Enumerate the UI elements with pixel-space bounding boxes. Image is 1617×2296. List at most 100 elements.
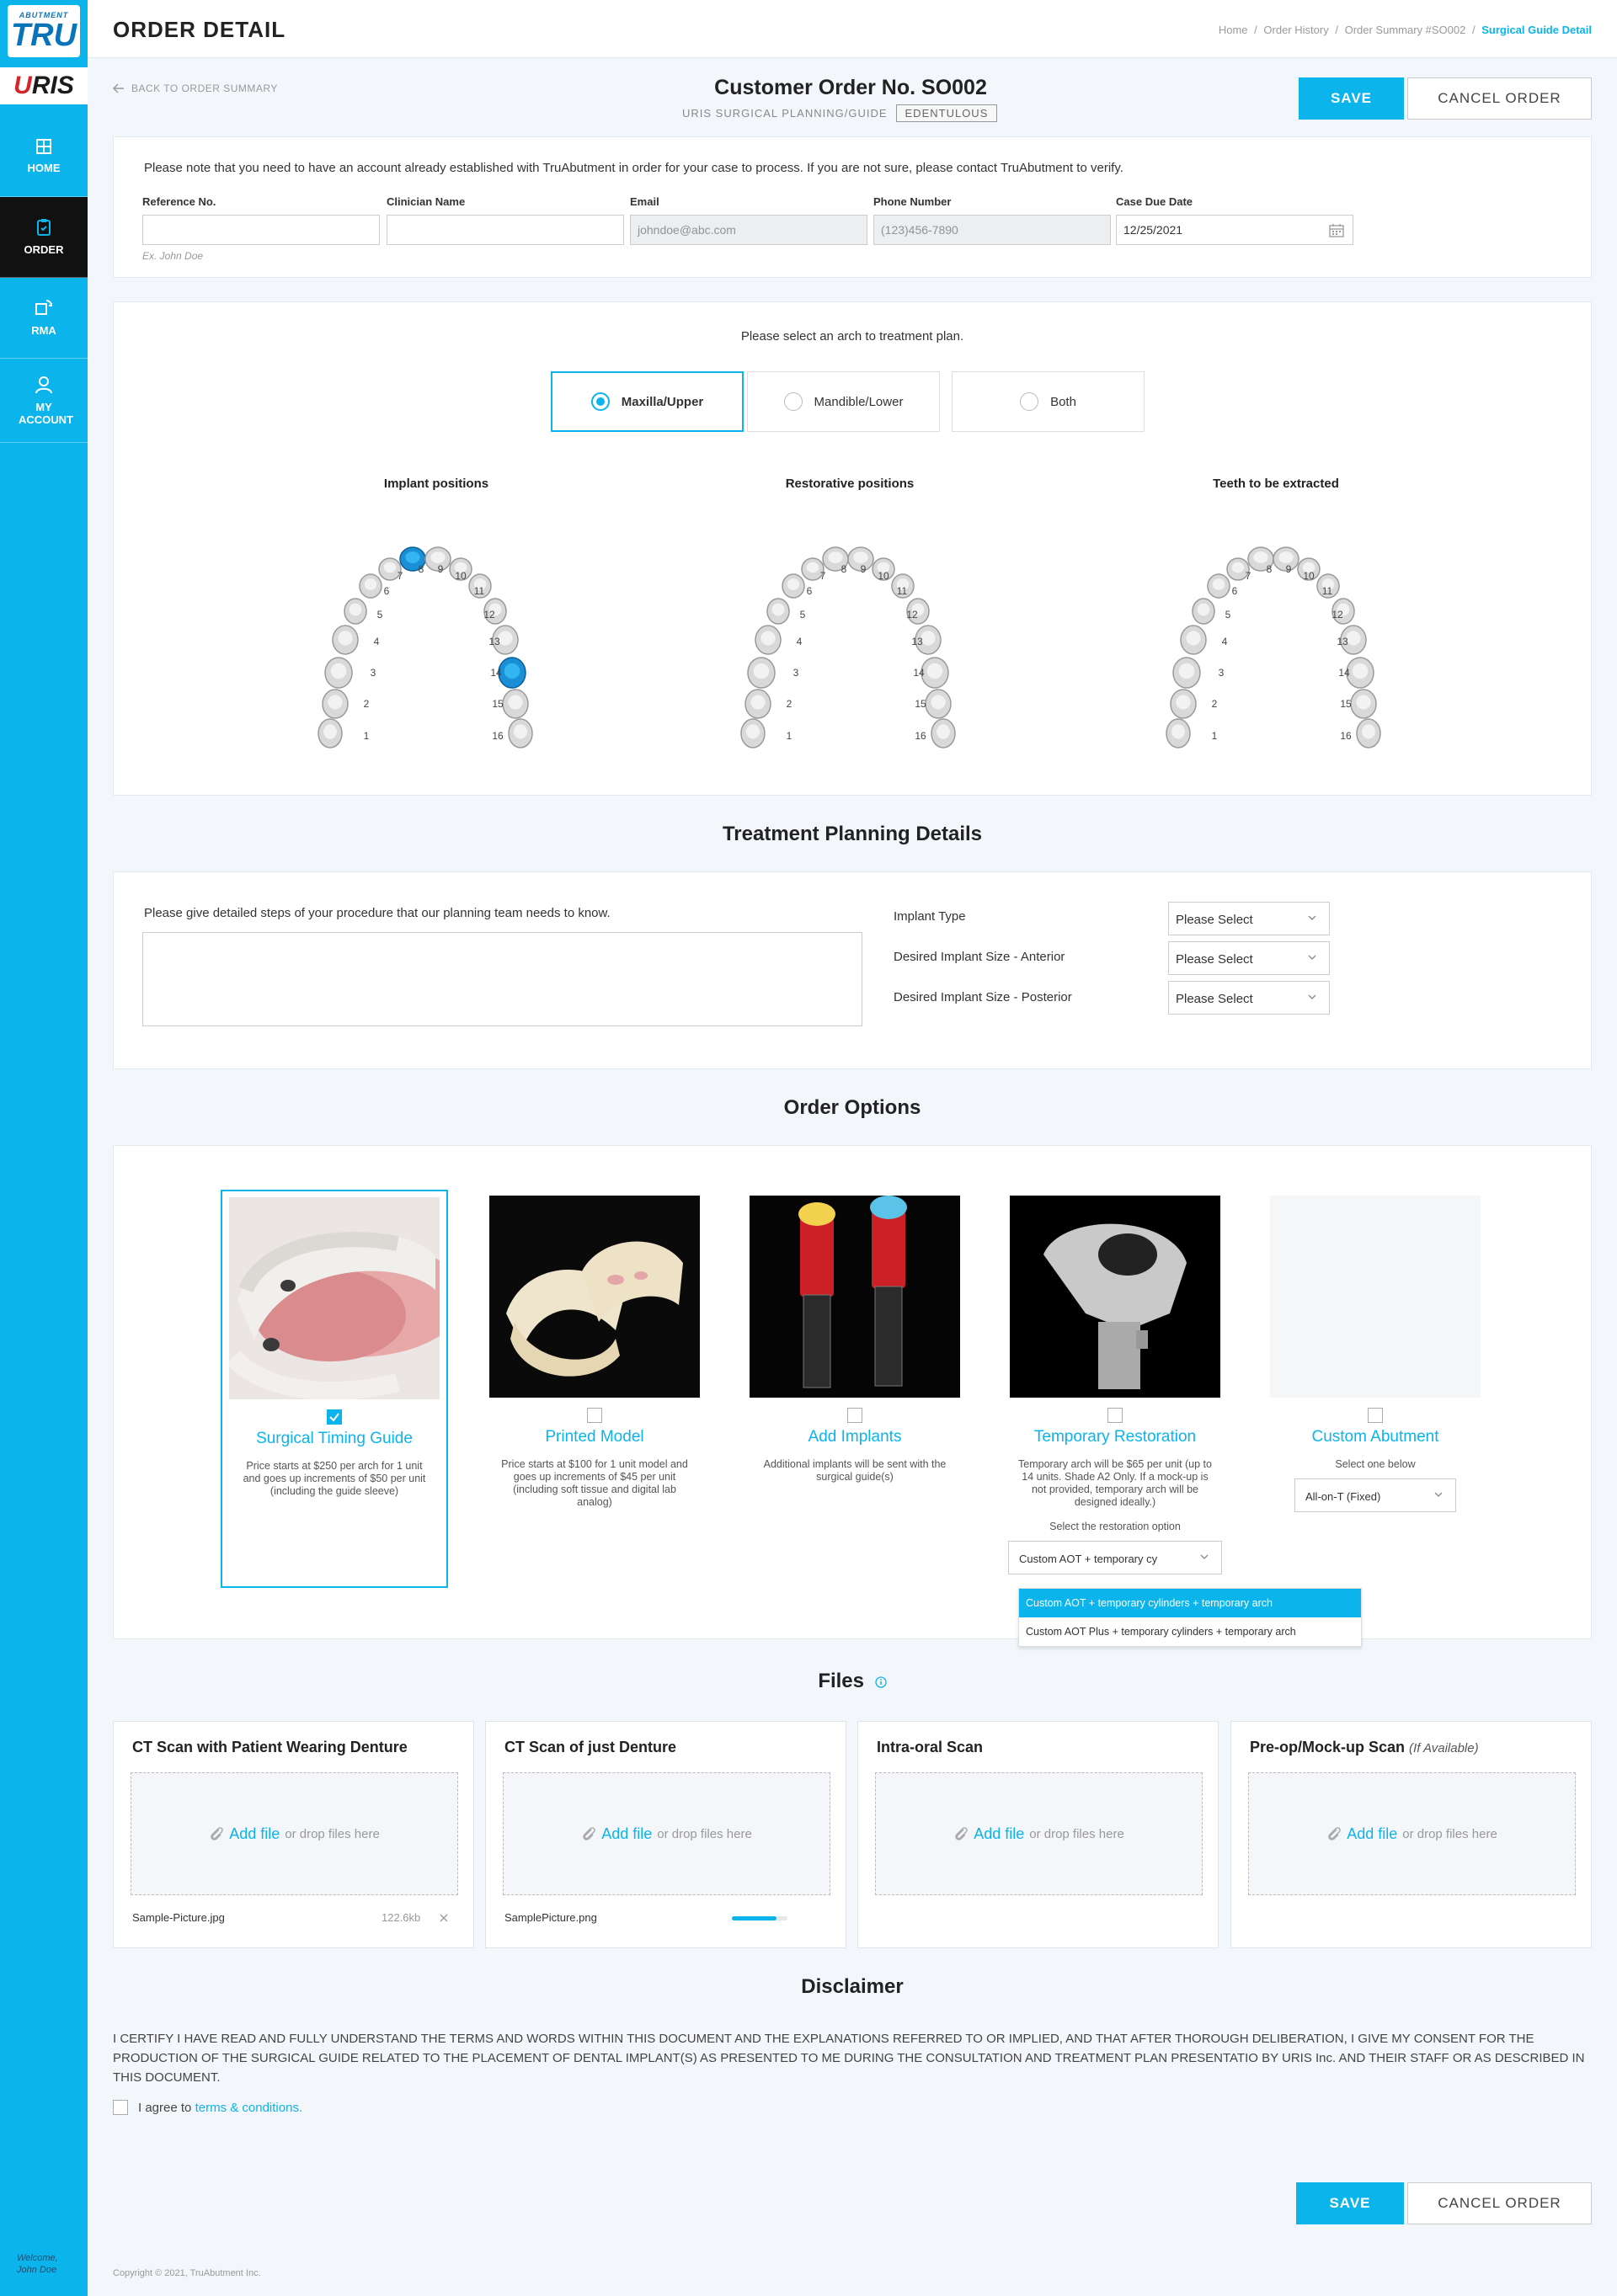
breadcrumb-home[interactable]: Home <box>1219 24 1248 36</box>
tooth-16[interactable] <box>1356 718 1381 748</box>
file-card-title: CT Scan of just Denture <box>504 1739 677 1755</box>
temporary-restoration-checkbox[interactable] <box>1107 1408 1123 1423</box>
due-date-input[interactable]: 12/25/2021 <box>1116 215 1353 245</box>
chevron-down-icon <box>1200 1554 1209 1559</box>
order-type-tag: EDENTULOUS <box>895 104 998 122</box>
add-file-link[interactable]: Add file <box>229 1825 280 1843</box>
tooth-2[interactable] <box>1170 689 1197 719</box>
tooth-14[interactable] <box>498 657 526 689</box>
radio-label: Mandible/Lower <box>814 394 904 409</box>
footer-cancel-order-button[interactable]: CANCEL ORDER <box>1407 2182 1592 2224</box>
breadcrumb-order-history[interactable]: Order History <box>1263 24 1328 36</box>
welcome-username: John Doe <box>17 2265 57 2275</box>
surgical-timing-guide-checkbox[interactable] <box>327 1409 342 1425</box>
tooth-16[interactable] <box>931 718 956 748</box>
breadcrumb-separator: / <box>1335 24 1338 36</box>
tooth-15[interactable] <box>502 689 529 719</box>
radio-mandible-lower[interactable]: Mandible/Lower <box>747 371 940 432</box>
option-printed-model[interactable]: Printed Model Price starts at $100 for 1… <box>481 1190 708 1509</box>
truabutment-logo[interactable]: ABUTMENT TRU <box>8 5 80 57</box>
tooth-3[interactable] <box>1172 657 1201 689</box>
tooth-1[interactable] <box>318 718 343 748</box>
teeth-extracted-tooth-chart[interactable]: 12345678 910111213141516 <box>1139 509 1433 761</box>
option-description: Price starts at $100 for 1 unit model an… <box>501 1458 688 1508</box>
option-custom-abutment[interactable]: Custom Abutment Select one below All-on-… <box>1262 1190 1489 1512</box>
reference-hint: Ex. John Doe <box>142 250 204 262</box>
add-file-link[interactable]: Add file <box>1347 1825 1397 1843</box>
nav-rma[interactable]: RMA <box>0 278 88 359</box>
nav-my-account-label: MY ACCOUNT <box>19 400 73 426</box>
tooth-15[interactable] <box>925 689 952 719</box>
file-drop-zone[interactable]: Add file or drop files here <box>503 1772 830 1895</box>
posterior-size-select[interactable]: Please Select <box>1168 981 1330 1015</box>
tooth-16[interactable] <box>508 718 533 748</box>
radio-maxilla-upper[interactable]: Maxilla/Upper <box>551 371 744 432</box>
dropdown-option[interactable]: Custom AOT + temporary cylinders + tempo… <box>1019 1589 1361 1617</box>
tooth-3[interactable] <box>747 657 776 689</box>
clinician-input[interactable] <box>387 215 624 245</box>
nav-home[interactable]: HOME <box>0 116 88 197</box>
tooth-14[interactable] <box>1346 657 1374 689</box>
procedure-textarea[interactable] <box>142 932 862 1026</box>
option-add-implants[interactable]: Add Implants Additional implants will be… <box>741 1190 969 1484</box>
tooth-5[interactable] <box>766 598 790 625</box>
tooth-6[interactable] <box>782 573 805 599</box>
option-temporary-restoration[interactable]: Temporary Restoration Temporary arch wil… <box>1001 1190 1229 1574</box>
anterior-size-select[interactable]: Please Select <box>1168 941 1330 975</box>
add-file-link[interactable]: Add file <box>601 1825 652 1843</box>
tooth-5[interactable] <box>1192 598 1215 625</box>
order-options-heading: Order Options <box>783 1096 921 1119</box>
tooth-6[interactable] <box>359 573 382 599</box>
abutment-select[interactable]: All-on-T (Fixed) <box>1294 1478 1456 1512</box>
dropdown-option[interactable]: Custom AOT Plus + temporary cylinders + … <box>1019 1617 1361 1646</box>
radio-indicator <box>783 392 803 411</box>
file-drop-zone[interactable]: Add file or drop files here <box>131 1772 458 1895</box>
info-icon[interactable] <box>875 1676 887 1688</box>
order-icon <box>37 219 51 236</box>
implant-type-select[interactable]: Please Select <box>1168 902 1330 935</box>
terms-conditions-link[interactable]: terms & conditions. <box>195 2101 303 2115</box>
file-card-title: Pre-op/Mock-up Scan (If Available) <box>1250 1739 1479 1756</box>
reference-input[interactable] <box>142 215 380 245</box>
restorative-positions-tooth-chart[interactable]: 12345678 910111213141516 <box>713 509 1008 761</box>
add-file-link[interactable]: Add file <box>974 1825 1024 1843</box>
tooth-2[interactable] <box>322 689 349 719</box>
radio-both[interactable]: Both <box>952 371 1145 432</box>
file-drop-zone[interactable]: Add file or drop files here <box>1248 1772 1576 1895</box>
restoration-dropdown-menu: Custom AOT + temporary cylinders + tempo… <box>1018 1588 1362 1647</box>
implant-positions-tooth-chart[interactable]: 12345678 910111213141516 <box>291 509 585 761</box>
file-drop-zone[interactable]: Add file or drop files here <box>875 1772 1203 1895</box>
clinician-field: Clinician Name <box>387 195 624 245</box>
option-title: Temporary Restoration <box>1033 1428 1197 1446</box>
printed-model-checkbox[interactable] <box>587 1408 602 1423</box>
tooth-number-2: 2 <box>1212 698 1218 710</box>
tooth-2[interactable] <box>744 689 771 719</box>
restoration-option-select[interactable]: Custom AOT + temporary cy <box>1008 1541 1222 1574</box>
custom-abutment-checkbox[interactable] <box>1368 1408 1383 1423</box>
save-button[interactable]: SAVE <box>1299 77 1404 120</box>
option-surgical-timing-guide[interactable]: Surgical Timing Guide Price starts at $2… <box>221 1190 448 1588</box>
teeth-extracted-title: Teeth to be extracted <box>1213 477 1339 491</box>
tooth-6[interactable] <box>1207 573 1230 599</box>
tooth-15[interactable] <box>1350 689 1377 719</box>
breadcrumb: Home / Order History / Order Summary #SO… <box>1215 24 1592 36</box>
nav-home-label: HOME <box>27 162 61 174</box>
breadcrumb-order-summary[interactable]: Order Summary #SO002 <box>1345 24 1466 36</box>
footer-save-button[interactable]: SAVE <box>1296 2182 1404 2224</box>
tooth-4[interactable] <box>332 625 359 655</box>
tooth-4[interactable] <box>1180 625 1207 655</box>
nav-order[interactable]: ORDER <box>0 197 88 278</box>
nav-my-account[interactable]: MY ACCOUNT <box>0 359 88 443</box>
agree-terms-checkbox[interactable] <box>113 2100 128 2115</box>
tooth-1[interactable] <box>1166 718 1191 748</box>
remove-file-icon[interactable] <box>438 1912 450 1924</box>
restorative-positions-title: Restorative positions <box>785 477 915 491</box>
tooth-3[interactable] <box>324 657 353 689</box>
cancel-order-button[interactable]: CANCEL ORDER <box>1407 77 1592 120</box>
tooth-1[interactable] <box>740 718 766 748</box>
tooth-14[interactable] <box>921 657 949 689</box>
calendar-icon[interactable] <box>1329 223 1344 237</box>
add-implants-checkbox[interactable] <box>847 1408 862 1423</box>
tooth-5[interactable] <box>344 598 367 625</box>
tooth-4[interactable] <box>755 625 782 655</box>
